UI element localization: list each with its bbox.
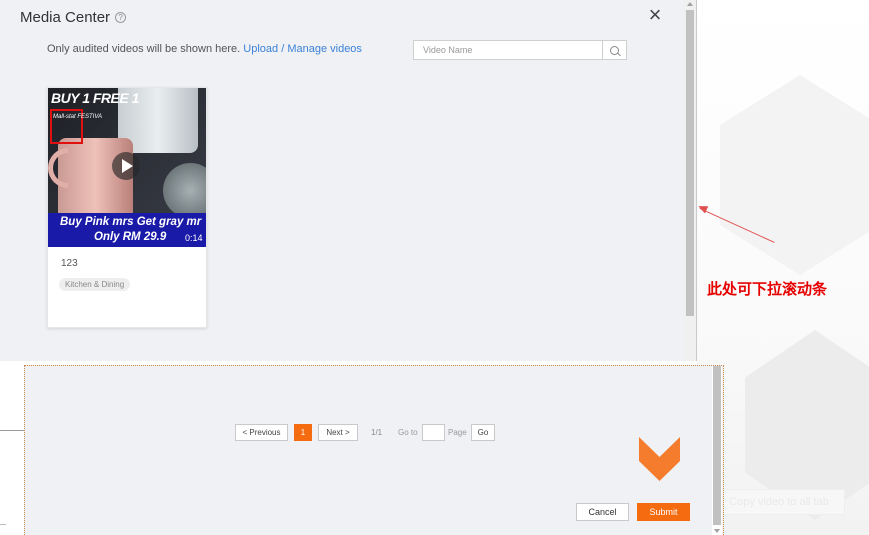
annotation-text: 此处可下拉滚动条 — [707, 280, 828, 298]
modal-scrollbar[interactable] — [684, 0, 696, 361]
thumbnail-mug — [58, 138, 133, 223]
page-label: Page — [448, 428, 467, 437]
notice-text: Only audited videos will be shown here. — [47, 43, 241, 55]
search-box — [413, 40, 627, 60]
thumbnail-promo-text: BUY 1 FREE 1 — [51, 90, 139, 106]
play-icon[interactable] — [112, 152, 140, 180]
notice: Only audited videos will be shown here. … — [47, 43, 362, 55]
page: Copy video to all tab 此处可下拉滚动条 Media Cen… — [0, 0, 869, 535]
help-icon[interactable]: ? — [115, 12, 127, 23]
faint-background-button: Copy video to all tab — [713, 489, 845, 515]
search-icon — [610, 45, 619, 55]
go-button[interactable]: Go — [471, 424, 495, 441]
page-info: 1/1 — [371, 428, 383, 437]
thumbnail-banner-line1: Buy Pink mrs Get gray mr — [60, 216, 202, 228]
divider-line — [0, 430, 25, 431]
scroll-down-arrow-icon[interactable] — [714, 529, 720, 533]
goto-page-input[interactable] — [422, 424, 445, 441]
previous-page-button[interactable]: < Previous — [235, 424, 288, 441]
search-button[interactable] — [602, 41, 626, 59]
submit-button[interactable]: Submit — [637, 503, 690, 521]
video-card[interactable]: BUY 1 FREE 1 Mall-stat FESTIVA Buy Pink … — [47, 87, 207, 328]
close-icon[interactable]: × — [644, 4, 666, 26]
modal-title: Media Center ? — [20, 9, 127, 26]
upload-manage-videos-link[interactable]: Upload / Manage videos — [243, 43, 362, 55]
chevron-down-icon — [639, 437, 680, 481]
modal-title-text: Media Center — [20, 9, 111, 26]
thumbnail-mug — [163, 163, 206, 218]
media-center-modal: Media Center ? × Only audited videos wil… — [0, 0, 697, 361]
footer-scrollbar[interactable] — [712, 366, 722, 535]
thumbnail-mug-handle — [48, 148, 68, 188]
video-thumbnail[interactable]: BUY 1 FREE 1 Mall-stat FESTIVA Buy Pink … — [48, 88, 206, 247]
thumbnail-logo-text: Mall-stat FESTIVA — [53, 114, 103, 120]
divider-tick — [0, 524, 6, 525]
cancel-button[interactable]: Cancel — [576, 503, 629, 521]
current-page-button[interactable]: 1 — [294, 424, 312, 441]
scrollbar-thumb[interactable] — [686, 10, 694, 316]
video-duration: 0:14 — [185, 233, 203, 243]
footer-scrollbar-thumb[interactable] — [713, 366, 721, 525]
next-page-button[interactable]: Next > — [318, 424, 358, 441]
video-name: 123 — [61, 258, 78, 269]
video-name-search-input[interactable] — [414, 41, 602, 59]
video-category-tag: Kitchen & Dining — [59, 278, 131, 291]
thumbnail-banner-line2: Only RM 29.9 — [94, 231, 167, 243]
goto-label: Go to — [398, 428, 418, 437]
scroll-up-arrow-icon[interactable] — [687, 2, 693, 6]
